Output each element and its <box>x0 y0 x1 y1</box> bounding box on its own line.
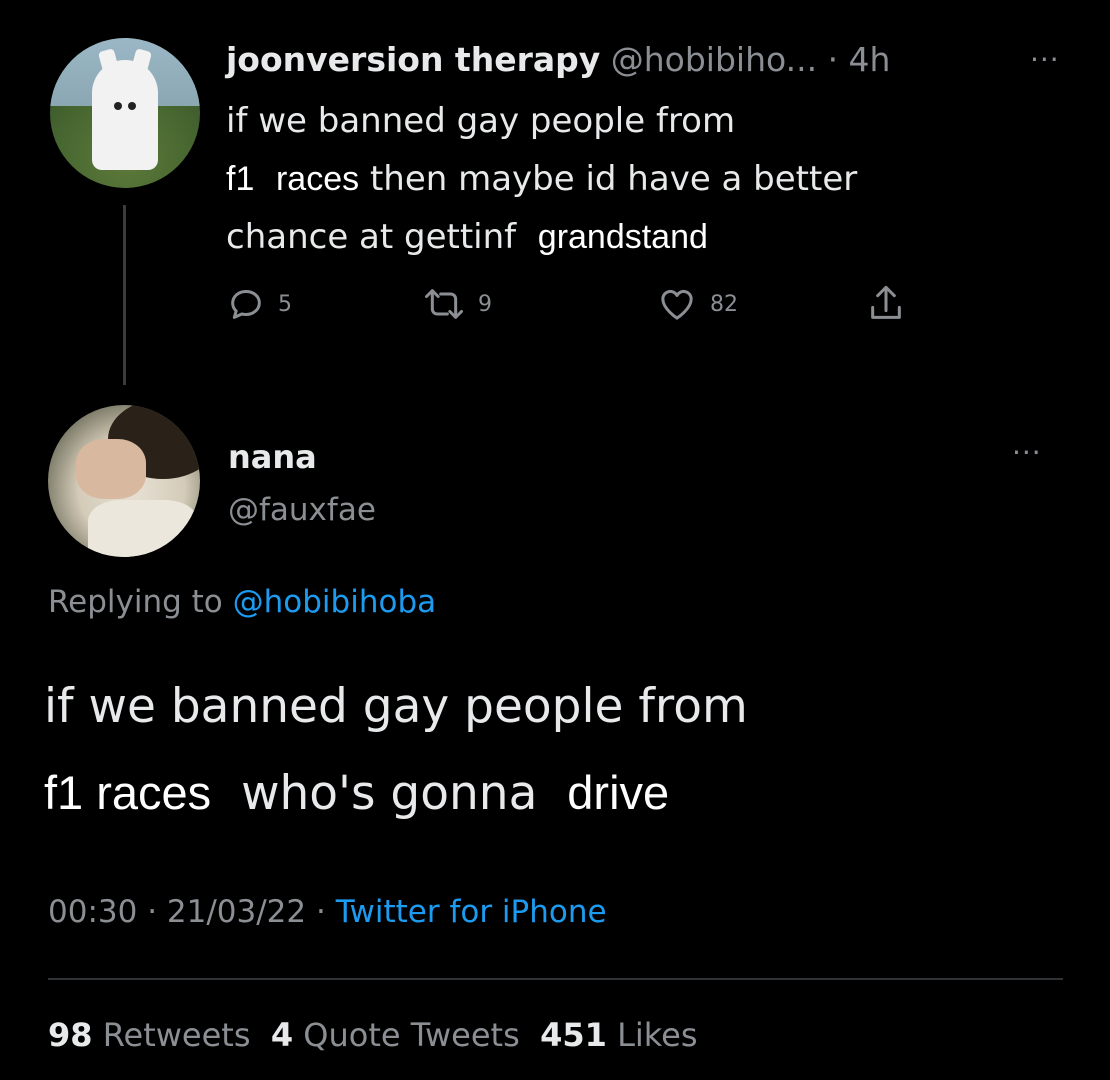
parent-text-segment: f1 <box>226 160 255 198</box>
parent-text-line: f1 races then maybe id have a better <box>226 150 1006 208</box>
avatar-ghost-figure <box>92 60 158 170</box>
like-icon <box>661 289 693 320</box>
reply-handle[interactable]: @fauxfae <box>228 492 376 528</box>
tweet-source-link[interactable]: Twitter for iPhone <box>336 894 607 930</box>
retweets-number: 98 <box>48 1016 93 1054</box>
reply-text-line: f1 races who's gonna drive <box>44 750 1054 837</box>
stats-divider <box>48 978 1063 980</box>
retweets-stat[interactable]: 98 Retweets <box>48 1016 251 1054</box>
likes-number: 451 <box>540 1016 607 1054</box>
avatar-face <box>76 439 146 499</box>
reply-text-segment: if we banned gay people from <box>44 679 748 734</box>
replying-to-line: Replying to @hobibihoba <box>48 584 436 620</box>
parent-text-segment: chance at gettinf <box>226 217 517 257</box>
share-icon <box>871 285 901 319</box>
parent-tweet-text: if we banned gay people from f1 races th… <box>226 92 1006 266</box>
engagement-stats: 98 Retweets 4 Quote Tweets 451 Likes <box>48 1016 698 1054</box>
parent-text-segment: grandstand <box>537 218 708 256</box>
parent-display-name[interactable]: joonversion therapy <box>226 40 600 79</box>
parent-text-segment: races <box>275 160 360 198</box>
thread-connector-line <box>123 205 126 385</box>
reply-more-icon[interactable]: ··· <box>1012 439 1042 467</box>
retweet-button[interactable]: 9 <box>422 282 492 326</box>
parent-header: joonversion therapy @hobibiho... · 4h <box>226 38 890 82</box>
share-button[interactable] <box>866 282 918 326</box>
likes-stat[interactable]: 451 Likes <box>540 1016 697 1054</box>
reply-button[interactable]: 5 <box>226 282 292 326</box>
quote-tweets-stat[interactable]: 4 Quote Tweets <box>271 1016 520 1054</box>
parent-text-line: if we banned gay people from <box>226 92 1006 150</box>
timestamp-time-date[interactable]: 00:30 · 21/03/22 · <box>48 894 326 930</box>
retweet-icon <box>425 289 463 319</box>
like-button[interactable]: 82 <box>656 282 738 326</box>
replying-to-handle-link[interactable]: @hobibihoba <box>233 584 436 620</box>
ghost-eye <box>114 102 122 110</box>
avatar-shirt <box>88 500 198 557</box>
reply-text-segment: who's gonna <box>241 766 538 821</box>
reply-icon <box>231 290 261 319</box>
likes-label: Likes <box>617 1016 698 1054</box>
quote-tweets-label: Quote Tweets <box>303 1016 520 1054</box>
reply-text-line: if we banned gay people from <box>44 664 1054 750</box>
ghost-eye <box>128 102 136 110</box>
retweet-count: 9 <box>478 291 492 317</box>
like-count: 82 <box>710 291 738 317</box>
retweets-label: Retweets <box>102 1016 251 1054</box>
parent-avatar[interactable] <box>50 38 200 188</box>
reply-avatar[interactable] <box>48 405 200 557</box>
reply-count: 5 <box>278 291 292 317</box>
parent-text-segment: if we banned gay people from <box>226 101 736 141</box>
reply-tweet-text: if we banned gay people from f1 races wh… <box>44 664 1054 837</box>
parent-text-segment: then maybe id have a better <box>369 159 858 199</box>
parent-text-line: chance at gettinf grandstand <box>226 208 1006 266</box>
parent-handle-time[interactable]: @hobibiho... · 4h <box>611 40 891 79</box>
reply-display-name[interactable]: nana <box>228 438 317 476</box>
replying-to-label: Replying to <box>48 584 223 620</box>
quote-tweets-number: 4 <box>270 1016 294 1054</box>
reply-text-segment: drive <box>567 766 670 819</box>
tweet-timestamp: 00:30 · 21/03/22 · Twitter for iPhone <box>48 894 607 930</box>
reply-text-segment: f1 races <box>44 766 212 819</box>
parent-more-icon[interactable]: ··· <box>1030 46 1060 74</box>
